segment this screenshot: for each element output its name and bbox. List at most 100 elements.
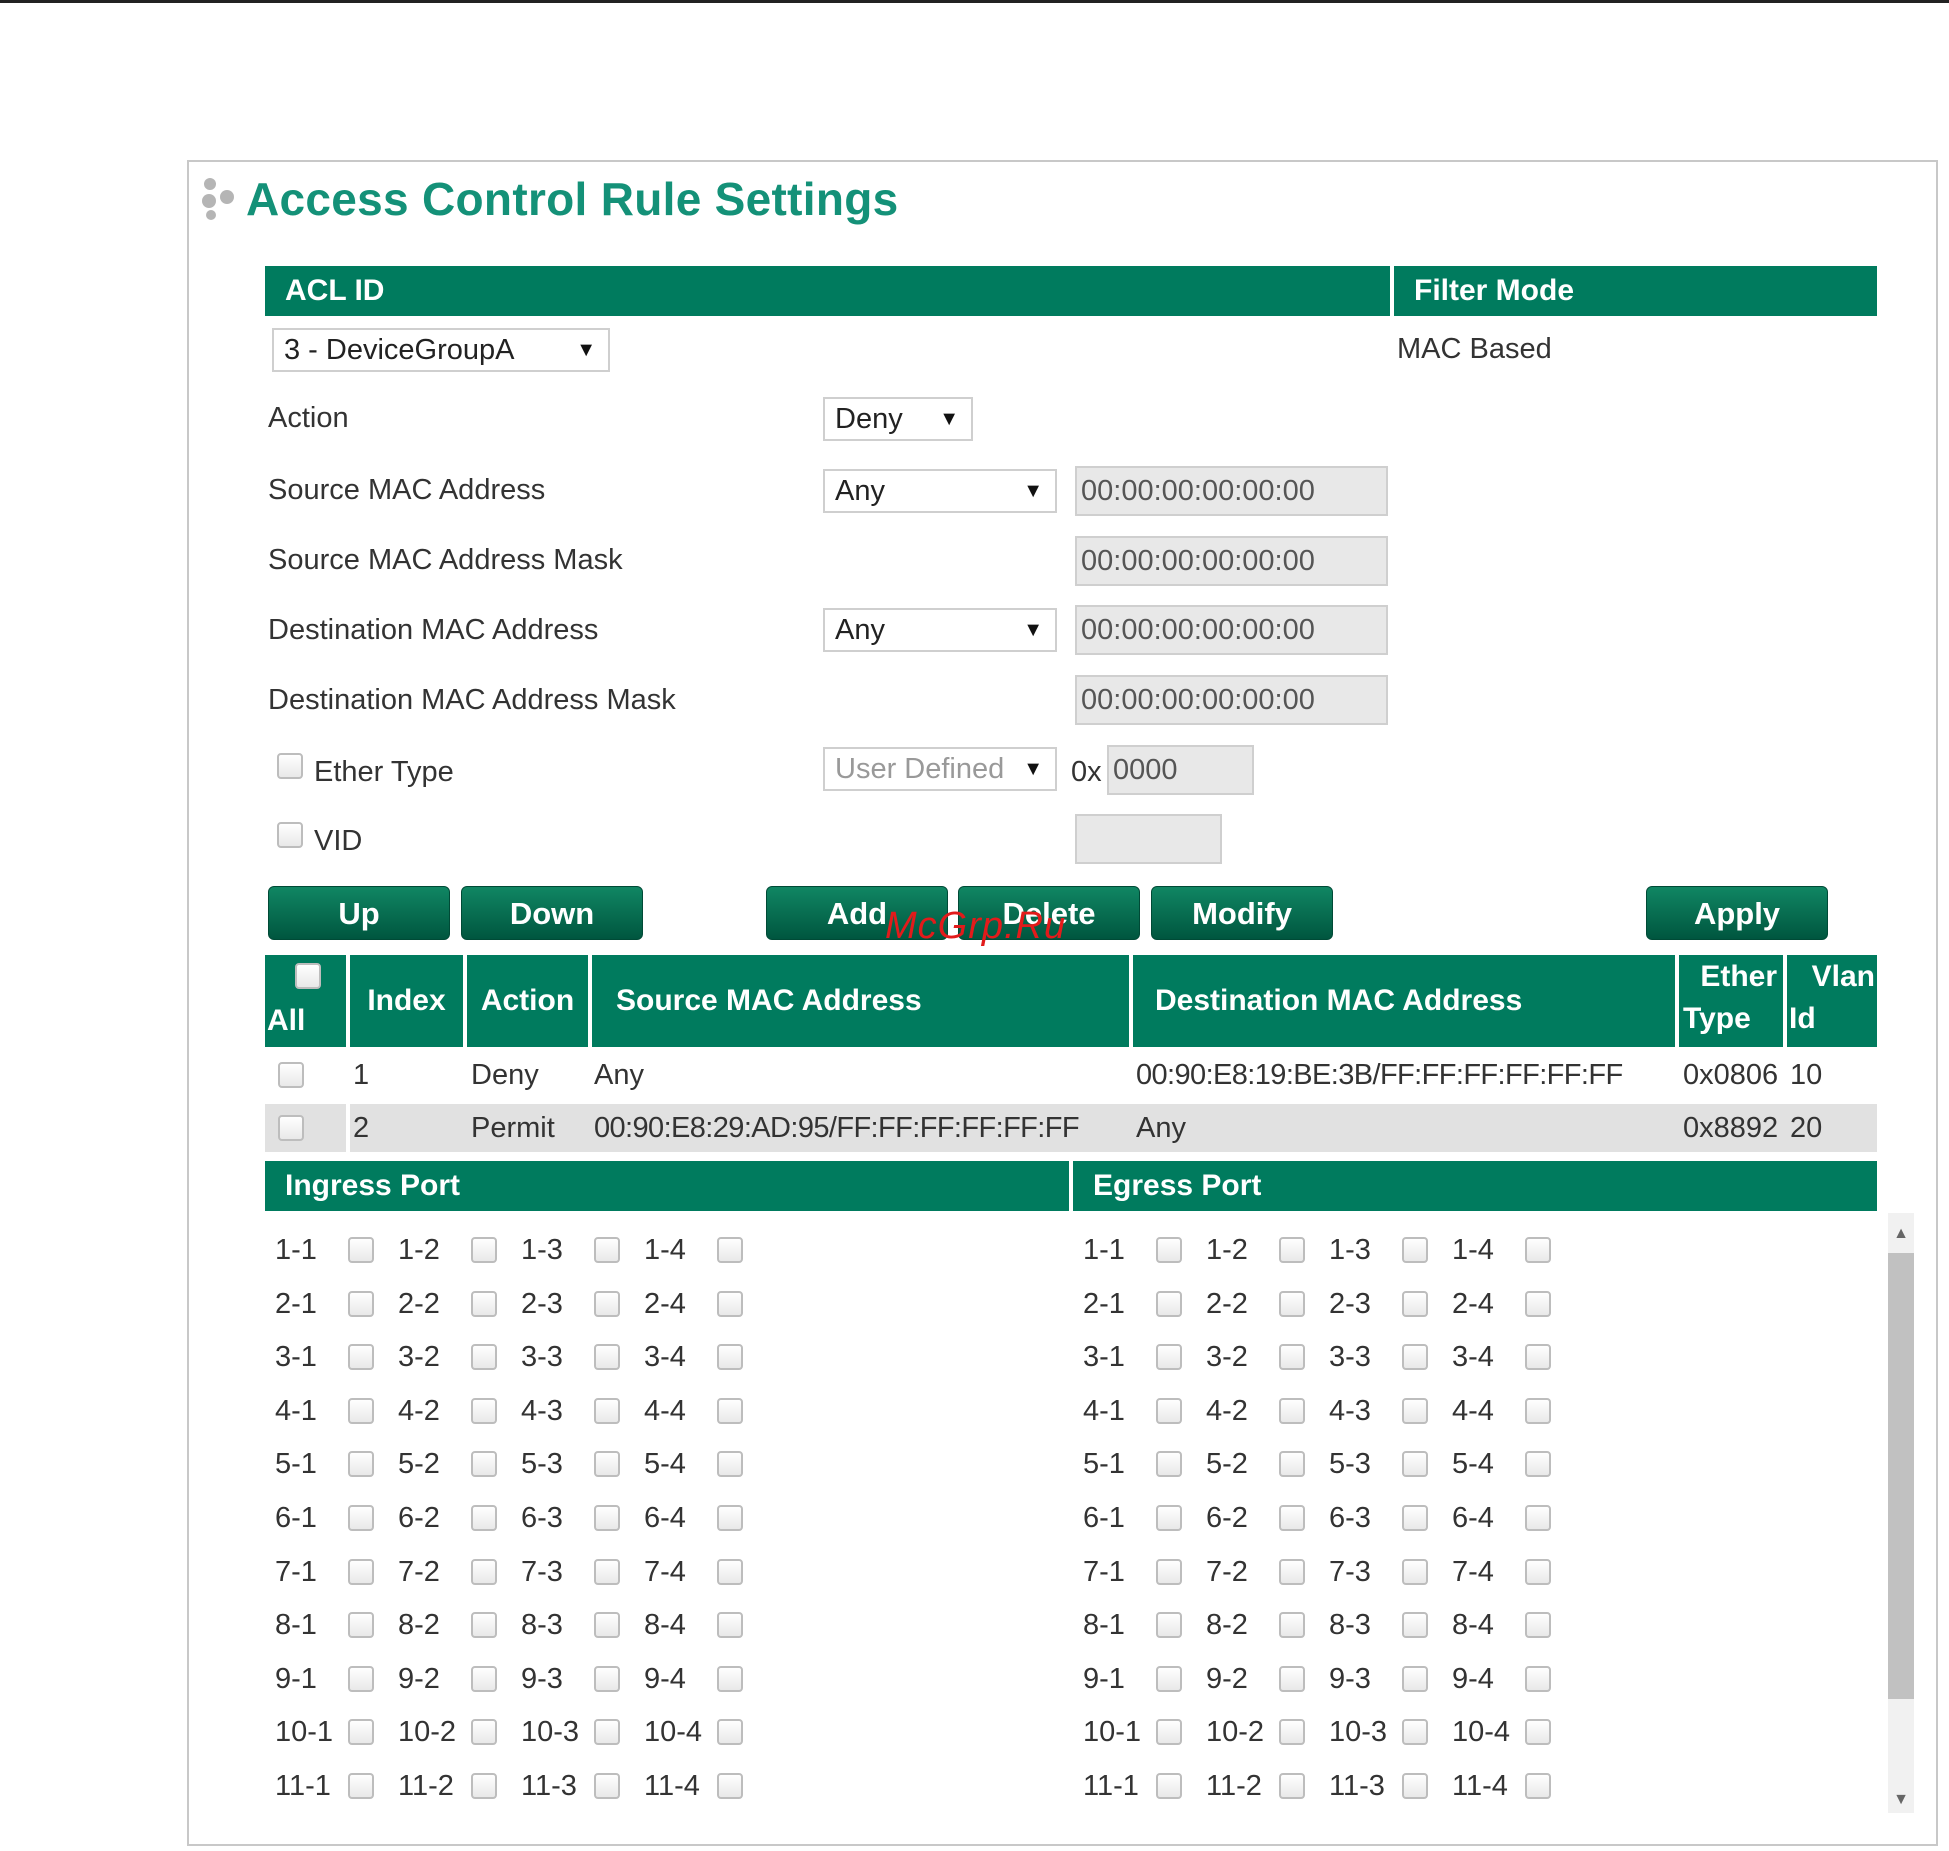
apply-button[interactable]: Apply <box>1646 886 1828 940</box>
ingress-port-checkbox[interactable] <box>717 1290 743 1317</box>
source-mac-input[interactable]: 00:00:00:00:00:00 <box>1075 466 1388 516</box>
scroll-up-icon[interactable]: ▲ <box>1888 1216 1914 1252</box>
egress-port-checkbox[interactable] <box>1525 1451 1551 1478</box>
egress-port-checkbox[interactable] <box>1279 1773 1305 1799</box>
egress-port-checkbox[interactable] <box>1279 1612 1305 1639</box>
egress-port-checkbox[interactable] <box>1525 1558 1551 1585</box>
egress-port-checkbox[interactable] <box>1402 1397 1428 1424</box>
ingress-port-checkbox[interactable] <box>594 1237 620 1263</box>
modify-button[interactable]: Modify <box>1151 886 1333 940</box>
egress-port-checkbox[interactable] <box>1402 1237 1428 1263</box>
source-mac-select[interactable]: Any ▼ <box>823 469 1057 513</box>
egress-port-checkbox[interactable] <box>1279 1237 1305 1263</box>
row-checkbox[interactable] <box>278 1115 304 1141</box>
scroll-down-icon[interactable]: ▼ <box>1888 1782 1914 1818</box>
ingress-port-checkbox[interactable] <box>471 1773 497 1799</box>
ingress-port-checkbox[interactable] <box>594 1397 620 1424</box>
egress-port-checkbox[interactable] <box>1279 1558 1305 1585</box>
egress-port-checkbox[interactable] <box>1525 1344 1551 1371</box>
ingress-port-checkbox[interactable] <box>348 1290 374 1317</box>
ingress-port-checkbox[interactable] <box>717 1505 743 1531</box>
ingress-port-checkbox[interactable] <box>594 1719 620 1746</box>
egress-port-checkbox[interactable] <box>1402 1773 1428 1799</box>
down-button[interactable]: Down <box>461 886 643 940</box>
egress-port-checkbox[interactable] <box>1525 1505 1551 1531</box>
ingress-port-checkbox[interactable] <box>348 1612 374 1639</box>
egress-port-checkbox[interactable] <box>1402 1558 1428 1585</box>
egress-port-checkbox[interactable] <box>1525 1665 1551 1692</box>
egress-port-checkbox[interactable] <box>1156 1237 1182 1263</box>
egress-port-checkbox[interactable] <box>1279 1451 1305 1478</box>
egress-port-checkbox[interactable] <box>1279 1665 1305 1692</box>
ingress-port-checkbox[interactable] <box>471 1558 497 1585</box>
ingress-port-checkbox[interactable] <box>717 1451 743 1478</box>
egress-port-checkbox[interactable] <box>1156 1290 1182 1317</box>
ingress-port-checkbox[interactable] <box>348 1344 374 1371</box>
dest-mask-input[interactable]: 00:00:00:00:00:00 <box>1075 675 1388 725</box>
ether-type-checkbox[interactable] <box>277 753 303 779</box>
ether-type-select[interactable]: User Defined ▼ <box>823 747 1057 791</box>
ingress-port-checkbox[interactable] <box>594 1505 620 1531</box>
ingress-port-checkbox[interactable] <box>717 1344 743 1371</box>
ingress-port-checkbox[interactable] <box>471 1665 497 1692</box>
egress-port-checkbox[interactable] <box>1525 1397 1551 1424</box>
ingress-port-checkbox[interactable] <box>717 1719 743 1746</box>
egress-port-checkbox[interactable] <box>1402 1719 1428 1746</box>
egress-port-checkbox[interactable] <box>1156 1612 1182 1639</box>
row-checkbox[interactable] <box>278 1062 304 1088</box>
ingress-port-checkbox[interactable] <box>348 1773 374 1799</box>
egress-port-checkbox[interactable] <box>1156 1665 1182 1692</box>
ingress-port-checkbox[interactable] <box>594 1773 620 1799</box>
ingress-port-checkbox[interactable] <box>471 1451 497 1478</box>
ingress-port-checkbox[interactable] <box>717 1558 743 1585</box>
ingress-port-checkbox[interactable] <box>717 1773 743 1799</box>
egress-port-checkbox[interactable] <box>1279 1719 1305 1746</box>
egress-port-checkbox[interactable] <box>1402 1451 1428 1478</box>
egress-port-checkbox[interactable] <box>1156 1397 1182 1424</box>
ingress-port-checkbox[interactable] <box>471 1290 497 1317</box>
ingress-port-checkbox[interactable] <box>348 1719 374 1746</box>
ether-type-input[interactable]: 0000 <box>1107 745 1254 795</box>
egress-port-checkbox[interactable] <box>1402 1665 1428 1692</box>
egress-port-checkbox[interactable] <box>1279 1290 1305 1317</box>
ingress-port-checkbox[interactable] <box>594 1665 620 1692</box>
ingress-port-checkbox[interactable] <box>348 1505 374 1531</box>
ingress-port-checkbox[interactable] <box>348 1397 374 1424</box>
egress-port-checkbox[interactable] <box>1525 1290 1551 1317</box>
ingress-port-checkbox[interactable] <box>594 1612 620 1639</box>
egress-port-checkbox[interactable] <box>1402 1290 1428 1317</box>
ingress-port-checkbox[interactable] <box>471 1719 497 1746</box>
egress-port-checkbox[interactable] <box>1156 1505 1182 1531</box>
acl-id-select[interactable]: 3 - DeviceGroupA ▼ <box>272 328 610 372</box>
egress-port-checkbox[interactable] <box>1279 1397 1305 1424</box>
egress-port-checkbox[interactable] <box>1156 1344 1182 1371</box>
vid-checkbox[interactable] <box>277 822 303 848</box>
egress-port-checkbox[interactable] <box>1279 1505 1305 1531</box>
egress-port-checkbox[interactable] <box>1156 1558 1182 1585</box>
ingress-port-checkbox[interactable] <box>348 1665 374 1692</box>
ingress-port-checkbox[interactable] <box>594 1558 620 1585</box>
ingress-port-checkbox[interactable] <box>471 1397 497 1424</box>
egress-port-checkbox[interactable] <box>1525 1612 1551 1639</box>
action-select[interactable]: Deny ▼ <box>823 397 973 441</box>
ingress-port-checkbox[interactable] <box>471 1237 497 1263</box>
ingress-port-checkbox[interactable] <box>717 1665 743 1692</box>
ingress-port-checkbox[interactable] <box>594 1344 620 1371</box>
ingress-port-checkbox[interactable] <box>348 1237 374 1263</box>
egress-port-checkbox[interactable] <box>1156 1451 1182 1478</box>
ingress-port-checkbox[interactable] <box>348 1451 374 1478</box>
ingress-port-checkbox[interactable] <box>594 1290 620 1317</box>
ingress-port-checkbox[interactable] <box>348 1558 374 1585</box>
egress-port-checkbox[interactable] <box>1525 1237 1551 1263</box>
egress-port-checkbox[interactable] <box>1525 1719 1551 1746</box>
dest-mac-select[interactable]: Any ▼ <box>823 608 1057 652</box>
egress-port-checkbox[interactable] <box>1279 1344 1305 1371</box>
egress-port-checkbox[interactable] <box>1525 1773 1551 1799</box>
ingress-port-checkbox[interactable] <box>717 1612 743 1639</box>
ingress-port-checkbox[interactable] <box>717 1397 743 1424</box>
source-mask-input[interactable]: 00:00:00:00:00:00 <box>1075 536 1388 586</box>
ingress-port-checkbox[interactable] <box>717 1237 743 1263</box>
egress-port-checkbox[interactable] <box>1156 1719 1182 1746</box>
ingress-port-checkbox[interactable] <box>594 1451 620 1478</box>
ingress-port-checkbox[interactable] <box>471 1344 497 1371</box>
